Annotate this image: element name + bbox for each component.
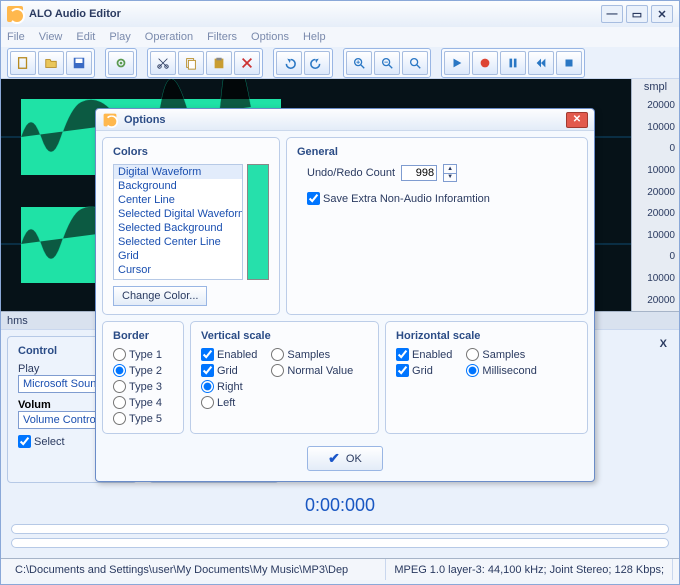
dialog-titlebar: Options ✕ bbox=[96, 109, 594, 131]
dialog-title: Options bbox=[124, 114, 166, 126]
menu-view[interactable]: View bbox=[39, 31, 63, 43]
zoom-out-icon[interactable] bbox=[374, 51, 400, 75]
delete-icon[interactable] bbox=[234, 51, 260, 75]
time-display: 0:00:000 bbox=[1, 489, 679, 520]
list-item[interactable]: Selected Background bbox=[114, 221, 242, 235]
vscale-panel: Vertical scale Enabled Grid Right Left S… bbox=[190, 321, 379, 434]
toolbar bbox=[1, 47, 679, 79]
vscale-left-radio[interactable]: Left bbox=[201, 396, 257, 409]
colors-listbox[interactable]: Digital Waveform Background Center Line … bbox=[113, 164, 243, 280]
menu-file[interactable]: File bbox=[7, 31, 25, 43]
zoom-fit-icon[interactable] bbox=[402, 51, 428, 75]
menu-help[interactable]: Help bbox=[303, 31, 326, 43]
hscale-panel: Horizontal scale Enabled Grid Samples Mi… bbox=[385, 321, 588, 434]
zoom-in-icon[interactable] bbox=[346, 51, 372, 75]
minimize-button[interactable]: — bbox=[601, 5, 623, 23]
status-bar: C:\Documents and Settings\user\My Docume… bbox=[1, 558, 679, 580]
progress-bar-2[interactable] bbox=[11, 538, 669, 548]
hscale-ms-radio[interactable]: Millisecond bbox=[466, 364, 536, 377]
menu-options[interactable]: Options bbox=[251, 31, 289, 43]
hscale-grid-checkbox[interactable]: Grid bbox=[396, 364, 452, 377]
ruler-bottom-label: hms bbox=[7, 315, 28, 327]
check-icon: ✔ bbox=[328, 450, 340, 467]
panel-close-button[interactable]: X bbox=[660, 338, 667, 350]
status-path: C:\Documents and Settings\user\My Docume… bbox=[7, 559, 386, 580]
undo-count-field[interactable] bbox=[401, 165, 437, 181]
vscale-title: Vertical scale bbox=[201, 330, 368, 342]
border-type1-radio[interactable]: Type 1 bbox=[113, 348, 173, 361]
cut-icon[interactable] bbox=[150, 51, 176, 75]
ok-button[interactable]: ✔ OK bbox=[307, 446, 383, 471]
progress-bars bbox=[1, 520, 679, 558]
undo-count-label: Undo/Redo Count bbox=[307, 167, 395, 179]
change-color-button[interactable]: Change Color... bbox=[113, 286, 207, 306]
titlebar: ALO Audio Editor — ▭ ✕ bbox=[1, 1, 679, 27]
undo-count-spinner[interactable]: ▲▼ bbox=[443, 164, 457, 182]
general-panel: General Undo/Redo Count ▲▼ Save Extra No… bbox=[286, 137, 588, 315]
border-title: Border bbox=[113, 330, 173, 342]
save-icon[interactable] bbox=[66, 51, 92, 75]
border-type3-radio[interactable]: Type 3 bbox=[113, 380, 173, 393]
status-format: MPEG 1.0 layer-3: 44,100 kHz; Joint Ster… bbox=[386, 559, 673, 580]
hscale-enabled-checkbox[interactable]: Enabled bbox=[396, 348, 452, 361]
paste-icon[interactable] bbox=[206, 51, 232, 75]
dialog-close-button[interactable]: ✕ bbox=[566, 112, 588, 128]
menu-edit[interactable]: Edit bbox=[76, 31, 95, 43]
menu-play[interactable]: Play bbox=[109, 31, 130, 43]
vertical-ruler: smpl 20000 10000 0 10000 20000 20000 100… bbox=[631, 79, 679, 311]
save-extra-checkbox[interactable]: Save Extra Non-Audio Inforamtion bbox=[307, 192, 577, 205]
vscale-grid-checkbox[interactable]: Grid bbox=[201, 364, 257, 377]
rewind-icon[interactable] bbox=[528, 51, 554, 75]
color-swatch bbox=[247, 164, 269, 280]
progress-bar-1[interactable] bbox=[11, 524, 669, 534]
list-item[interactable]: Digital Waveform bbox=[114, 165, 242, 179]
options-dialog: Options ✕ Colors Digital Waveform Backgr… bbox=[95, 108, 595, 482]
list-item[interactable]: Background bbox=[114, 179, 242, 193]
list-item[interactable]: Selected Center Line bbox=[114, 235, 242, 249]
list-item[interactable]: Grid bbox=[114, 249, 242, 263]
maximize-button[interactable]: ▭ bbox=[626, 5, 648, 23]
border-type5-radio[interactable]: Type 5 bbox=[113, 412, 173, 425]
list-item[interactable]: Selected Digital Waveform bbox=[114, 207, 242, 221]
hscale-samples-radio[interactable]: Samples bbox=[466, 348, 536, 361]
hscale-title: Horizontal scale bbox=[396, 330, 577, 342]
pause-icon[interactable] bbox=[500, 51, 526, 75]
undo-icon[interactable] bbox=[276, 51, 302, 75]
border-type4-radio[interactable]: Type 4 bbox=[113, 396, 173, 409]
close-button[interactable]: ✕ bbox=[651, 5, 673, 23]
vscale-samples-radio[interactable]: Samples bbox=[271, 348, 353, 361]
copy-icon[interactable] bbox=[178, 51, 204, 75]
dialog-icon bbox=[104, 113, 117, 126]
new-file-icon[interactable] bbox=[10, 51, 36, 75]
list-item[interactable]: Cursor bbox=[114, 263, 242, 277]
border-type2-radio[interactable]: Type 2 bbox=[113, 364, 173, 377]
redo-icon[interactable] bbox=[304, 51, 330, 75]
open-file-icon[interactable] bbox=[38, 51, 64, 75]
border-panel: Border Type 1 Type 2 Type 3 Type 4 Type … bbox=[102, 321, 184, 434]
general-title: General bbox=[297, 146, 577, 158]
colors-title: Colors bbox=[113, 146, 269, 158]
ruler-unit-label: smpl bbox=[632, 79, 679, 95]
colors-panel: Colors Digital Waveform Background Cente… bbox=[102, 137, 280, 315]
menu-filters[interactable]: Filters bbox=[207, 31, 237, 43]
window-title: ALO Audio Editor bbox=[29, 8, 121, 20]
record-icon[interactable] bbox=[472, 51, 498, 75]
list-item[interactable]: Center Line bbox=[114, 193, 242, 207]
settings-icon[interactable] bbox=[108, 51, 134, 75]
app-logo-icon bbox=[7, 6, 23, 22]
vscale-enabled-checkbox[interactable]: Enabled bbox=[201, 348, 257, 361]
vscale-normal-radio[interactable]: Normal Value bbox=[271, 364, 353, 377]
menu-operation[interactable]: Operation bbox=[145, 31, 193, 43]
stop-icon[interactable] bbox=[556, 51, 582, 75]
menubar: File View Edit Play Operation Filters Op… bbox=[1, 27, 679, 47]
vscale-right-radio[interactable]: Right bbox=[201, 380, 257, 393]
play-icon[interactable] bbox=[444, 51, 470, 75]
